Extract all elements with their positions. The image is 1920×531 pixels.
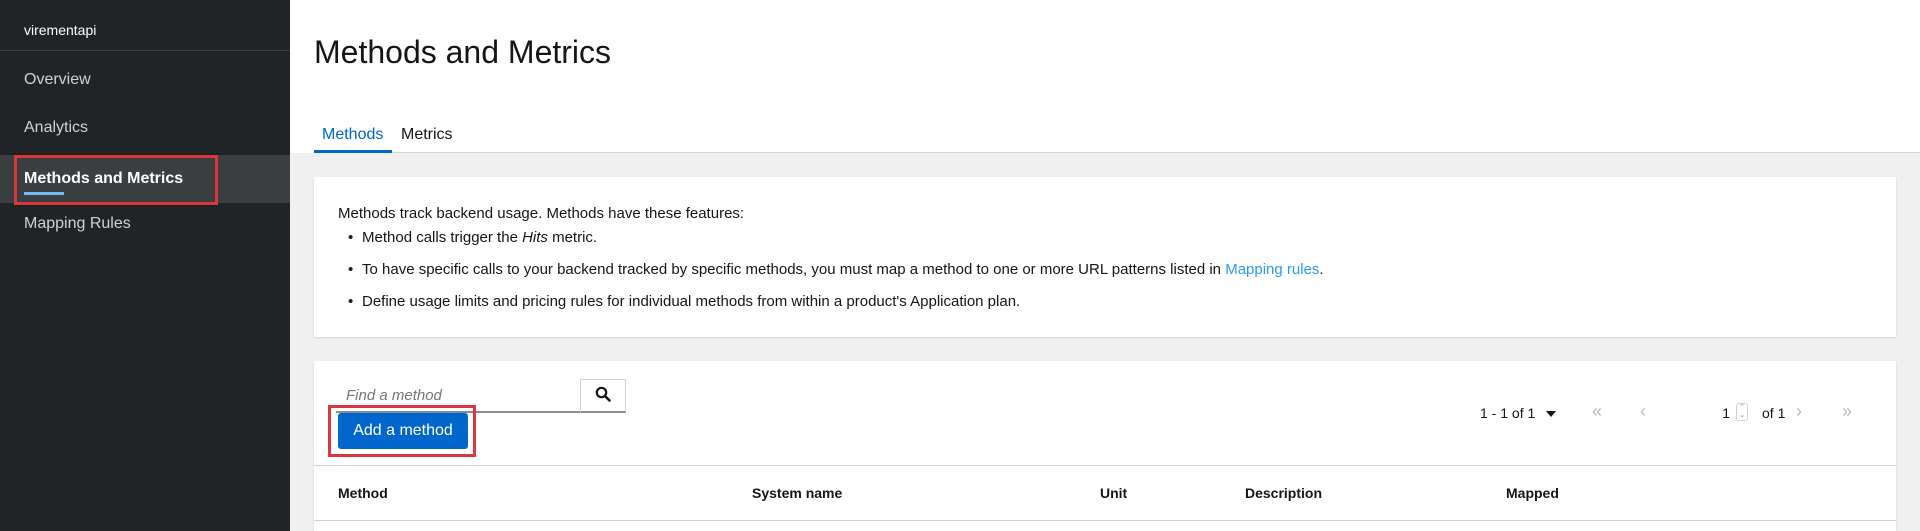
search-input[interactable] xyxy=(336,379,580,413)
page-title: Methods and Metrics xyxy=(314,34,612,70)
pagination-total: of 1 xyxy=(1762,405,1786,421)
hits-term: Hits xyxy=(522,229,548,246)
search-icon xyxy=(595,386,611,405)
list-item: To have specific calls to your backend t… xyxy=(338,261,1324,293)
sidebar-item-label: Mapping Rules xyxy=(24,215,131,232)
sidebar-item-methods-and-metrics[interactable]: Methods and Metrics xyxy=(0,155,290,203)
methods-table-card: Add a method 1 - 1 of 1 « ‹ ⌃⌄ of 1 › » … xyxy=(314,361,1896,531)
tab-methods[interactable]: Methods xyxy=(322,126,383,144)
column-header-system-name[interactable]: System name xyxy=(752,485,842,501)
sidebar-item-mapping-rules[interactable]: Mapping Rules xyxy=(0,200,290,248)
info-intro: Methods track backend usage. Methods hav… xyxy=(338,205,745,222)
bullet-text: To have specific calls to your backend t… xyxy=(362,261,1226,278)
page-spinner-icon[interactable]: ⌃ ⌄ xyxy=(1736,403,1748,421)
sidebar-item-label: Analytics xyxy=(24,119,89,136)
bullet-text: Define usage limits and pricing rules fo… xyxy=(362,293,1021,310)
list-item: Define usage limits and pricing rules fo… xyxy=(338,293,1324,325)
angle-right-icon[interactable]: › xyxy=(1796,401,1802,422)
sidebar-divider xyxy=(0,50,290,51)
angle-left-icon[interactable]: ‹ xyxy=(1640,401,1646,422)
search-button[interactable] xyxy=(580,379,626,413)
tab-metrics[interactable]: Metrics xyxy=(401,126,453,144)
list-item: Method calls trigger the Hits metric. xyxy=(338,229,1324,261)
caret-down-icon[interactable] xyxy=(1546,411,1556,417)
column-header-description[interactable]: Description xyxy=(1245,485,1322,501)
pagination-range: 1 - 1 of 1 xyxy=(1480,405,1536,421)
sidebar-item-label: Methods and Metrics xyxy=(24,170,184,187)
sidebar-title: virementapi xyxy=(24,22,97,38)
tab-divider xyxy=(314,152,1920,153)
active-indicator xyxy=(24,192,64,195)
angle-double-right-icon[interactable]: » xyxy=(1842,401,1852,422)
sidebar-item-analytics[interactable]: Analytics xyxy=(0,104,290,152)
sidebar: virementapi Overview Analytics Methods a… xyxy=(0,0,290,531)
bullet-text: . xyxy=(1319,261,1324,278)
main-content: Methods and Metrics Methods Metrics Meth… xyxy=(290,0,1920,531)
column-header-mapped[interactable]: Mapped xyxy=(1506,485,1559,501)
table-divider xyxy=(314,465,1896,466)
info-card: Methods track backend usage. Methods hav… xyxy=(314,177,1896,337)
sidebar-item-overview[interactable]: Overview xyxy=(0,56,290,104)
bullet-text: Method calls trigger the xyxy=(362,229,523,246)
add-method-button[interactable]: Add a method xyxy=(338,413,468,449)
bullet-text: metric. xyxy=(547,229,598,246)
sidebar-item-label: Overview xyxy=(24,71,91,88)
angle-double-left-icon[interactable]: « xyxy=(1592,401,1602,422)
mapping-rules-link[interactable]: Mapping rules xyxy=(1225,261,1319,278)
feature-list: Method calls trigger the Hits metric. To… xyxy=(338,229,1324,325)
table-divider xyxy=(314,520,1896,521)
active-tab-indicator xyxy=(314,150,392,153)
column-header-unit[interactable]: Unit xyxy=(1100,485,1127,501)
column-header-method[interactable]: Method xyxy=(338,485,388,501)
page-header: Methods and Metrics Methods Metrics xyxy=(290,0,1920,153)
